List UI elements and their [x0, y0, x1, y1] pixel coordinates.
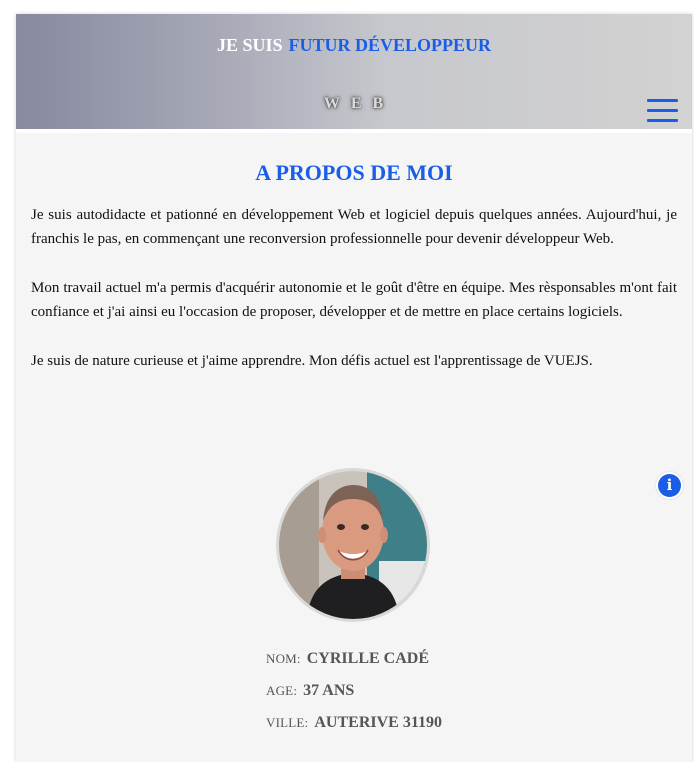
about-paragraph-2: Mon travail actuel m'a permis d'acquérir… [31, 279, 677, 321]
info-icon[interactable]: i [658, 474, 681, 497]
about-paragraph-1: Je suis autodidacte et pationné en dével… [31, 207, 677, 248]
about-section: A PROPOS DE MOI Je suis autodidacte et p… [16, 158, 692, 373]
hero-prefix: JE SUIS [216, 35, 283, 55]
profile-row-age: Age: 37 ANS [266, 682, 442, 714]
hero-suffix: WEB [323, 95, 395, 112]
age-value: 37 ANS [303, 682, 355, 699]
name-value: CYRILLE CADÉ [306, 650, 429, 667]
menu-bar-bottom [647, 119, 678, 122]
header-banner: JE SUIS FUTUR DÉVELOPPEUR WEB [16, 14, 692, 129]
age-label: Age: [266, 683, 298, 698]
portrait-illustration [279, 471, 427, 619]
profile-photo [276, 468, 430, 622]
city-value: AUTERIVE 31190 [314, 714, 442, 731]
hero-accent: FUTUR DÉVELOPPEUR [288, 35, 492, 55]
profile-details: Nom: CYRILLE CADÉ Age: 37 ANS Ville: AUTERI… [266, 650, 442, 746]
hero-heading: JE SUIS FUTUR DÉVELOPPEUR [16, 35, 692, 56]
menu-bar-top [647, 99, 678, 102]
header-divider [16, 129, 692, 133]
menu-bar-middle [647, 109, 678, 112]
city-label: Ville: [266, 715, 309, 730]
page-card: JE SUIS FUTUR DÉVELOPPEUR WEB A PROPOS DE… [16, 14, 692, 762]
name-label: Nom: [266, 651, 301, 666]
hamburger-menu-icon[interactable] [647, 98, 678, 124]
profile-row-name: Nom: CYRILLE CADÉ [266, 650, 442, 682]
about-paragraph-3: Je suis de nature curieuse et j'aime app… [31, 352, 593, 369]
section-title: A PROPOS DE MOI [255, 160, 453, 185]
profile-row-city: Ville: AUTERIVE 31190 [266, 714, 442, 746]
